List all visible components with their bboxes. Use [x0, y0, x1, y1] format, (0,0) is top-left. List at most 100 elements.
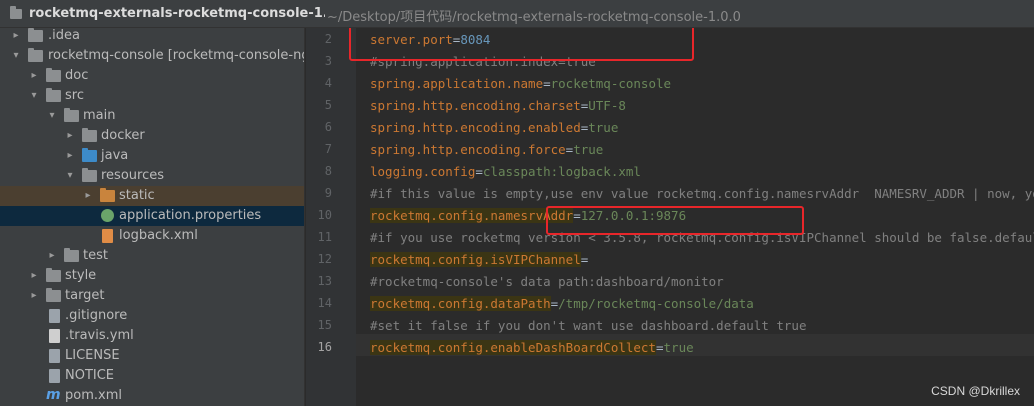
file-icon — [49, 369, 60, 383]
line-number: 3 — [324, 54, 332, 68]
tree-item-gitignore[interactable]: .gitignore — [0, 306, 304, 326]
tree-item-doc[interactable]: ▸ doc — [0, 66, 304, 86]
property-separator: = — [580, 252, 589, 267]
code-line-enable-dashboard-collect[interactable]: rocketmq.config.enableDashBoardCollect=t… — [370, 340, 694, 355]
code-line-comment[interactable]: #set it false if you don't want use dash… — [370, 318, 807, 333]
tree-item-label: src — [65, 88, 84, 103]
property-key: rocketmq.config.enableDashBoardCollect — [370, 340, 656, 355]
chevron-right-icon[interactable]: ▸ — [64, 129, 76, 143]
folder-icon — [28, 28, 43, 42]
folder-icon — [46, 88, 61, 102]
chevron-right-icon[interactable]: ▸ — [28, 69, 40, 83]
code-line-is-vip-channel[interactable]: rocketmq.config.isVIPChannel= — [370, 252, 588, 267]
line-number: 7 — [324, 142, 332, 156]
chevron-down-icon[interactable]: ▾ — [64, 169, 76, 183]
folder-icon — [64, 108, 79, 122]
tree-item-style[interactable]: ▸ style — [0, 266, 304, 286]
tree-item-label: .idea — [48, 28, 80, 43]
property-key: rocketmq.config.namesrvAddr — [370, 208, 574, 223]
code-line-comment[interactable]: #rocketmq-console's data path:dashboard/… — [370, 274, 724, 289]
tree-item-logback-xml[interactable]: logback.xml — [0, 226, 304, 246]
project-name[interactable]: rocketmq-externals-rocketmq-console-1.0.… — [29, 6, 351, 21]
code-line-encoding-force[interactable]: spring.http.encoding.force=true — [370, 142, 603, 157]
line-number: 5 — [324, 98, 332, 112]
property-value: /tmp/rocketmq-console/data — [558, 296, 754, 311]
tree-item-static[interactable]: ▸ static — [0, 186, 304, 206]
code-line-application-name[interactable]: spring.application.name=rocketmq-console — [370, 76, 671, 91]
line-number: 6 — [324, 120, 332, 134]
line-number: 8 — [324, 164, 332, 178]
property-key: spring.http.encoding.enabled — [370, 120, 581, 135]
module-folder-icon — [28, 48, 43, 62]
annotation-box-namesrv-addr — [546, 206, 804, 235]
tree-item-label: main — [83, 108, 116, 123]
tree-item-rocketmq-console[interactable]: ▾ rocketmq-console [rocketmq-console-ng] — [0, 46, 305, 66]
tree-item-label: docker — [101, 128, 145, 143]
code-line-encoding-enabled[interactable]: spring.http.encoding.enabled=true — [370, 120, 618, 135]
tree-item-docker[interactable]: ▸ docker — [0, 126, 304, 146]
tree-item-travis-yml[interactable]: .travis.yml — [0, 326, 304, 346]
line-number: 2 — [324, 32, 332, 46]
chevron-right-icon[interactable]: ▸ — [82, 189, 94, 203]
tree-item-src[interactable]: ▾ src — [0, 86, 304, 106]
chevron-right-icon[interactable]: ▸ — [10, 29, 22, 43]
property-separator: = — [655, 340, 664, 355]
code-line-data-path[interactable]: rocketmq.config.dataPath=/tmp/rocketmq-c… — [370, 296, 754, 311]
tree-item-main[interactable]: ▾ main — [0, 106, 304, 126]
tree-item-idea[interactable]: ▸ .idea — [0, 28, 304, 46]
watermark: CSDN @Dkrillex — [931, 384, 1020, 398]
code-line-encoding-charset[interactable]: spring.http.encoding.charset=UTF-8 — [370, 98, 626, 113]
chevron-down-icon[interactable]: ▾ — [28, 89, 40, 103]
project-folder-icon — [10, 6, 22, 19]
property-key: spring.application.name — [370, 76, 544, 91]
line-number: 15 — [317, 318, 332, 332]
tree-item-target[interactable]: ▸ target — [0, 286, 304, 306]
chevron-right-icon[interactable]: ▸ — [46, 249, 58, 263]
file-icon — [49, 349, 60, 363]
line-number: 16 — [317, 340, 332, 354]
property-key: logging.config — [370, 164, 476, 179]
chevron-right-icon[interactable]: ▸ — [64, 149, 76, 163]
line-number: 11 — [317, 230, 332, 244]
tree-item-label: static — [119, 188, 155, 203]
tree-item-label: logback.xml — [119, 228, 198, 243]
tree-item-notice[interactable]: NOTICE — [0, 366, 304, 386]
resources-folder-icon — [82, 168, 97, 182]
tree-item-label: .travis.yml — [65, 328, 134, 343]
line-number: 4 — [324, 76, 332, 90]
maven-icon: m — [46, 387, 61, 403]
tree-item-test[interactable]: ▸ test — [0, 246, 304, 266]
code-editor[interactable]: 2 3 4 5 6 7 8 9 10 11 12 13 14 15 16 ser… — [306, 28, 1034, 406]
code-line-logging-config[interactable]: logging.config=classpath:logback.xml — [370, 164, 641, 179]
tree-item-label: rocketmq-console [rocketmq-console-ng] — [48, 48, 305, 63]
tree-item-java[interactable]: ▸ java — [0, 146, 304, 166]
chevron-right-icon[interactable]: ▸ — [28, 289, 40, 303]
property-value: true — [588, 120, 619, 135]
chevron-right-icon[interactable]: ▸ — [28, 269, 40, 283]
tree-item-pom-xml[interactable]: m pom.xml — [0, 386, 304, 406]
tree-item-label: target — [65, 288, 105, 303]
project-path: ~/Desktop/项目代码/rocketmq-externals-rocket… — [325, 6, 741, 25]
tree-item-license[interactable]: LICENSE — [0, 346, 304, 366]
tree-item-label: test — [83, 248, 108, 263]
line-number: 12 — [317, 252, 332, 266]
tree-item-label: style — [65, 268, 97, 283]
yml-file-icon — [49, 329, 60, 343]
project-tree: ▸ .idea ▾ rocketmq-console [rocketmq-con… — [0, 28, 305, 406]
properties-file-icon — [101, 209, 114, 222]
tree-item-label: LICENSE — [65, 348, 120, 363]
tree-item-application-properties[interactable]: application.properties — [0, 206, 304, 226]
line-number: 14 — [317, 296, 332, 310]
tree-item-label: pom.xml — [65, 388, 122, 403]
tree-item-resources[interactable]: ▾ resources — [0, 166, 304, 186]
tree-item-label: doc — [65, 68, 89, 83]
code-line-comment[interactable]: #if this value is empty,use env value ro… — [370, 186, 1034, 201]
property-value: true — [573, 142, 604, 157]
property-key: spring.http.encoding.force — [370, 142, 566, 157]
chevron-down-icon[interactable]: ▾ — [46, 109, 58, 123]
folder-icon — [82, 128, 97, 142]
title-bar: rocketmq-externals-rocketmq-console-1.0.… — [0, 0, 1034, 28]
folder-icon — [100, 188, 115, 202]
file-icon — [49, 309, 60, 323]
chevron-down-icon[interactable]: ▾ — [10, 49, 22, 63]
